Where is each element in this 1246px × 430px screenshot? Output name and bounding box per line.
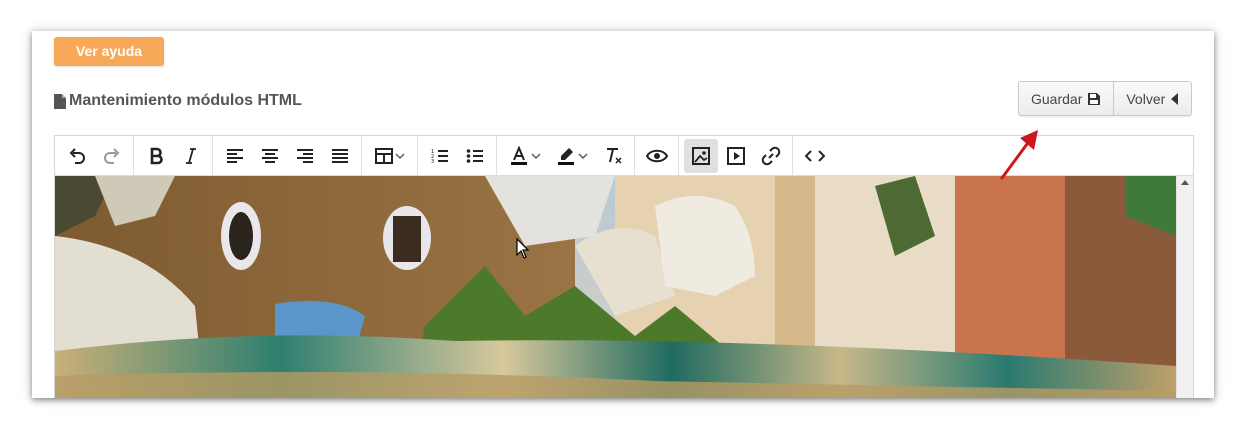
annotation-arrow-icon (1000, 130, 1038, 180)
source-code-icon[interactable] (798, 139, 832, 173)
scroll-up-icon[interactable] (1181, 180, 1189, 185)
align-left-icon[interactable] (218, 139, 252, 173)
clear-formatting-icon[interactable] (596, 139, 630, 173)
image-icon[interactable] (683, 138, 718, 173)
text-color-icon[interactable] (502, 139, 548, 173)
module-panel: Ver ayuda Mantenimiento módulos HTML Gua… (32, 31, 1214, 398)
document-icon (54, 93, 66, 109)
editor-content[interactable] (55, 176, 1177, 398)
back-button[interactable]: Volver (1113, 82, 1191, 115)
redo-icon[interactable] (95, 139, 129, 173)
caret-left-icon (1171, 92, 1179, 105)
bullet-list-icon[interactable] (458, 139, 492, 173)
save-button[interactable]: Guardar (1019, 82, 1113, 115)
floppy-disk-icon (1088, 92, 1101, 105)
bold-icon[interactable] (139, 139, 173, 173)
back-label: Volver (1126, 90, 1166, 107)
help-button[interactable]: Ver ayuda (54, 37, 164, 66)
media-icon[interactable] (719, 139, 753, 173)
numbered-list-icon[interactable]: 123 (423, 139, 457, 173)
save-label: Guardar (1031, 90, 1083, 107)
mouse-pointer-icon (516, 238, 530, 259)
editor-scrollbar[interactable] (1176, 176, 1193, 398)
action-buttons: Guardar Volver (1018, 81, 1193, 116)
align-right-icon[interactable] (288, 139, 322, 173)
preview-icon[interactable] (640, 139, 674, 173)
chevron-down-icon (578, 153, 587, 159)
undo-icon[interactable] (60, 139, 94, 173)
page-title: Mantenimiento módulos HTML (54, 90, 302, 112)
align-center-icon[interactable] (253, 139, 287, 173)
table-icon[interactable] (367, 139, 413, 173)
link-icon[interactable] (754, 139, 788, 173)
highlight-color-icon[interactable] (549, 139, 595, 173)
align-justify-icon[interactable] (323, 139, 357, 173)
italic-icon[interactable] (174, 139, 208, 173)
chevron-down-icon (531, 153, 540, 159)
chevron-down-icon (395, 153, 404, 159)
page-title-text: Mantenimiento módulos HTML (69, 92, 302, 109)
embedded-image (55, 176, 1176, 398)
svg-text:3: 3 (431, 159, 434, 164)
